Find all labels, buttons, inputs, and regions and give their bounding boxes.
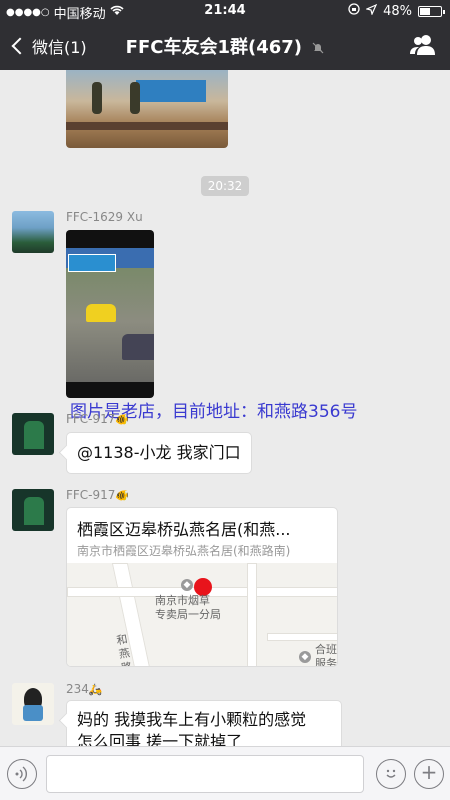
- photo-shop-sign: [68, 254, 116, 272]
- sender-label: FFC-917: [66, 412, 116, 426]
- status-right: 48%: [348, 3, 445, 19]
- emoji-button[interactable]: [376, 759, 406, 789]
- message-text: @1138-小龙 我家门口: [77, 443, 241, 462]
- map-label: 合班 服务: [315, 643, 337, 667]
- message-text: 怎么回事 搓一下就掉了: [77, 732, 243, 746]
- chat-title-wrap: FFC车友会1群(467): [0, 33, 450, 59]
- chat-title: FFC车友会1群(467): [125, 37, 303, 58]
- text-message[interactable]: @1138-小龙 我家门口: [66, 432, 252, 474]
- map-label-line: 专卖局一分局: [155, 608, 221, 621]
- photo-person: [130, 82, 140, 114]
- photo-car: [86, 304, 116, 322]
- battery-level: [420, 7, 430, 15]
- sender-label: FFC-917: [66, 488, 116, 502]
- map-road: [247, 563, 257, 666]
- avatar[interactable]: [12, 683, 54, 725]
- sender-name: FFC-917🐠: [66, 488, 129, 502]
- avatar-figure: [24, 497, 44, 525]
- nav-bar: 微信(1) FFC车友会1群(467): [0, 22, 450, 70]
- map-label: 南京市烟草 专卖局一分局: [155, 594, 221, 622]
- previous-image-message[interactable]: [66, 70, 228, 148]
- group-members-icon[interactable]: [410, 34, 436, 56]
- avatar[interactable]: [12, 413, 54, 455]
- photo-person: [92, 82, 102, 114]
- location-arrow-icon: [365, 3, 378, 19]
- avatar-scarf: [23, 705, 43, 721]
- photo-car: [122, 334, 154, 360]
- sender-name: FFC-917🐠: [66, 412, 129, 426]
- sender-emoji: 🐠: [115, 413, 130, 426]
- sender-label: FFC-1629 Xu: [66, 210, 143, 224]
- location-map[interactable]: ◆ 南京市烟草 专卖局一分局 和燕路 ◆ 合班 服务: [67, 563, 337, 667]
- sender-name: 234🛵: [66, 682, 103, 696]
- sender-emoji: 🐠: [115, 489, 130, 502]
- map-label-line: 合班: [315, 643, 337, 656]
- sender-name: FFC-1629 Xu: [66, 210, 143, 224]
- poi-icon: ◆: [299, 651, 311, 663]
- poi-icon: ◆: [181, 579, 193, 591]
- photo-building: [136, 80, 206, 102]
- image-message[interactable]: [66, 230, 154, 398]
- photo-beam: [66, 122, 228, 130]
- input-bar: +: [0, 746, 450, 800]
- avatar-figure: [24, 421, 44, 449]
- map-label-line: 服务: [315, 657, 337, 667]
- message-text: 妈的 我摸我车上有小颗粒的感觉: [77, 710, 307, 729]
- location-message[interactable]: 栖霞区迈皋桥弘燕名居(和燕... 南京市栖霞区迈皋桥弘燕名居(和燕路南) ◆ 南…: [66, 507, 338, 667]
- mute-icon: [312, 42, 324, 54]
- time-divider: 20:32: [201, 176, 249, 196]
- battery-percent: 48%: [383, 3, 412, 19]
- voice-button[interactable]: [7, 759, 37, 789]
- status-bar: ●●●●○ 中国移动 21:44 48%: [0, 0, 450, 22]
- battery-icon: [418, 5, 445, 17]
- sender-label: 234: [66, 682, 89, 696]
- message-input[interactable]: [46, 755, 364, 793]
- avatar[interactable]: [12, 211, 54, 253]
- location-address: 南京市栖霞区迈皋桥弘燕名居(和燕路南): [77, 544, 291, 558]
- text-message[interactable]: 妈的 我摸我车上有小颗粒的感觉 怎么回事 搓一下就掉了: [66, 700, 342, 746]
- location-title: 栖霞区迈皋桥弘燕名居(和燕...: [77, 520, 291, 539]
- avatar[interactable]: [12, 489, 54, 531]
- sender-emoji: 🛵: [88, 683, 103, 696]
- orientation-lock-icon: [348, 3, 360, 19]
- map-road: [267, 633, 337, 641]
- more-button[interactable]: +: [414, 759, 444, 789]
- map-label-line: 南京市烟草: [155, 594, 210, 607]
- chat-area[interactable]: 20:32 FFC-1629 Xu 图片是老店，目前地址：和燕路356号 FFC…: [0, 70, 450, 746]
